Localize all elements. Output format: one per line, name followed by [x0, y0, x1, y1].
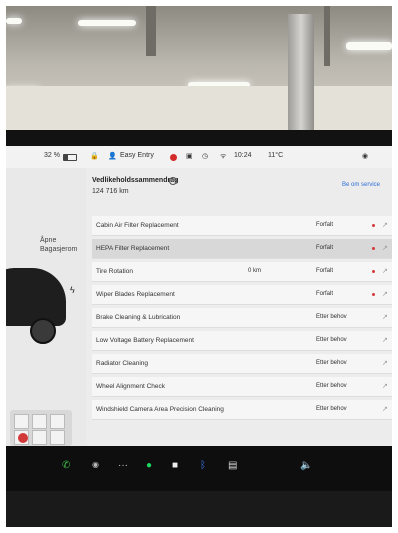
calendar-icon[interactable]: ▤: [228, 460, 237, 471]
chevron-icon[interactable]: ↗: [382, 359, 388, 367]
more-icon[interactable]: ···: [118, 460, 128, 471]
warning-icon: [18, 433, 28, 443]
car-wheel: [30, 318, 56, 344]
seat-icon[interactable]: [32, 414, 47, 429]
sentry-icon[interactable]: ▣: [186, 152, 193, 160]
info-icon[interactable]: i: [169, 177, 177, 185]
dashboard-lower: [6, 491, 392, 527]
trunk-label: Åpne Bagasjerom: [40, 237, 78, 253]
battery-icon: [63, 154, 77, 161]
camera-icon[interactable]: ◉: [92, 460, 99, 469]
maintenance-row[interactable]: Low Voltage Battery Replacement Etter beh…: [92, 331, 392, 351]
maintenance-title: Vedlikeholdssammendrag: [92, 177, 179, 184]
car-silhouette: [6, 268, 66, 326]
maintenance-item-status: Etter behov: [316, 406, 347, 412]
maintenance-row[interactable]: HEPA Filter Replacement Forfalt ↗: [92, 239, 392, 259]
spotify-icon[interactable]: ●: [146, 460, 152, 471]
chevron-icon[interactable]: ↗: [382, 336, 388, 344]
maintenance-item-last: 0 km: [248, 268, 262, 274]
open-trunk-button[interactable]: Åpne Bagasjerom: [40, 236, 77, 254]
profile-icon: 👤: [108, 153, 117, 160]
maintenance-item-status: Forfalt: [316, 245, 334, 251]
garage-wall: [6, 86, 392, 130]
maintenance-item-name: Tire Rotation: [96, 268, 133, 275]
seat-icon[interactable]: [14, 414, 29, 429]
maintenance-panel: Vedlikeholdssammendrag i 124 716 km Be o…: [86, 168, 392, 446]
ceiling-beam: [324, 6, 330, 66]
profile-name[interactable]: Easy Entry: [120, 152, 154, 159]
seat-icon[interactable]: [50, 430, 65, 445]
app-icon[interactable]: ■: [172, 460, 178, 471]
taskbar: ✆ ◉ ··· ● ■ ᛒ ▤ 🔈: [6, 446, 392, 491]
photo: 32 % 🔒 👤 Easy Entry ▣ ◷ ᯤ 10:24 11°C ◉ Å…: [6, 6, 392, 527]
maintenance-item-name: Brake Cleaning & Lubrication: [96, 314, 181, 321]
dashcam-record-icon[interactable]: [170, 154, 177, 161]
clock: 10:24: [234, 152, 252, 159]
ceiling-light: [346, 42, 392, 50]
chevron-icon[interactable]: ↗: [382, 382, 388, 390]
maintenance-row[interactable]: Tire Rotation 0 km Forfalt ↗: [92, 262, 392, 282]
maintenance-item-status: Forfalt: [316, 222, 334, 228]
maintenance-item-status: Etter behov: [316, 314, 347, 320]
ceiling-light: [6, 18, 22, 24]
lock-icon[interactable]: 🔒: [90, 152, 99, 160]
seat-icon[interactable]: [32, 430, 47, 445]
outside-temperature: 11°C: [268, 152, 284, 159]
charging-bolt-icon[interactable]: ϟ: [70, 285, 75, 295]
maintenance-item-status: Etter behov: [316, 337, 347, 343]
volume-icon[interactable]: 🔈: [300, 460, 312, 471]
chevron-icon[interactable]: ↗: [382, 267, 388, 275]
maintenance-row[interactable]: Brake Cleaning & Lubrication Etter behov ↗: [92, 308, 392, 328]
chevron-icon[interactable]: ↗: [382, 290, 388, 298]
chevron-icon[interactable]: ↗: [382, 244, 388, 252]
maintenance-item-status: Forfalt: [316, 291, 334, 297]
user-avatar-icon[interactable]: ◉: [362, 152, 368, 160]
overdue-dot-icon: [372, 224, 375, 227]
maintenance-item-status: Etter behov: [316, 383, 347, 389]
maintenance-item-name: HEPA Filter Replacement: [96, 245, 170, 252]
overdue-dot-icon: [372, 270, 375, 273]
car-view-panel: Åpne Bagasjerom ϟ: [6, 168, 86, 446]
maintenance-item-name: Cabin Air Filter Replacement: [96, 222, 179, 229]
maintenance-row[interactable]: Wiper Blades Replacement Forfalt ↗: [92, 285, 392, 305]
maintenance-item-status: Forfalt: [316, 268, 334, 274]
phone-icon[interactable]: ✆: [62, 460, 70, 471]
overdue-dot-icon: [372, 247, 375, 250]
maintenance-item-name: Windshield Camera Area Precision Cleanin…: [96, 406, 224, 413]
maintenance-item-name: Wheel Alignment Check: [96, 383, 166, 390]
ventilation-duct: [288, 14, 314, 130]
chevron-icon[interactable]: ↗: [382, 313, 388, 321]
lte-icon: ᯤ: [220, 153, 227, 160]
request-service-link[interactable]: Be om service: [342, 182, 380, 188]
status-bar: 32 % 🔒 👤 Easy Entry ▣ ◷ ᯤ 10:24 11°C ◉: [6, 146, 392, 168]
ceiling-light: [78, 20, 136, 26]
seat-icon[interactable]: [50, 414, 65, 429]
maintenance-row[interactable]: Cabin Air Filter Replacement Forfalt ↗: [92, 216, 392, 236]
screen-bezel: [6, 130, 392, 146]
maintenance-item-name: Low Voltage Battery Replacement: [96, 337, 194, 344]
battery-percent: 32 %: [44, 152, 60, 159]
bluetooth-icon[interactable]: ᛒ: [200, 460, 206, 471]
maintenance-row[interactable]: Radiator Cleaning Etter behov ↗: [92, 354, 392, 374]
overdue-dot-icon: [372, 293, 375, 296]
maintenance-item-status: Etter behov: [316, 360, 347, 366]
alarm-icon[interactable]: ◷: [202, 152, 208, 160]
garage-ceiling: [6, 6, 392, 130]
maintenance-row[interactable]: Wheel Alignment Check Etter behov ↗: [92, 377, 392, 397]
chevron-icon[interactable]: ↗: [382, 405, 388, 413]
chevron-icon[interactable]: ↗: [382, 221, 388, 229]
ceiling-beam: [146, 6, 156, 56]
maintenance-row[interactable]: Windshield Camera Area Precision Cleanin…: [92, 400, 392, 420]
odometer: 124 716 km: [92, 188, 129, 195]
touchscreen: 32 % 🔒 👤 Easy Entry ▣ ◷ ᯤ 10:24 11°C ◉ Å…: [6, 146, 392, 446]
maintenance-item-name: Radiator Cleaning: [96, 360, 149, 367]
maintenance-item-name: Wiper Blades Replacement: [96, 291, 175, 298]
